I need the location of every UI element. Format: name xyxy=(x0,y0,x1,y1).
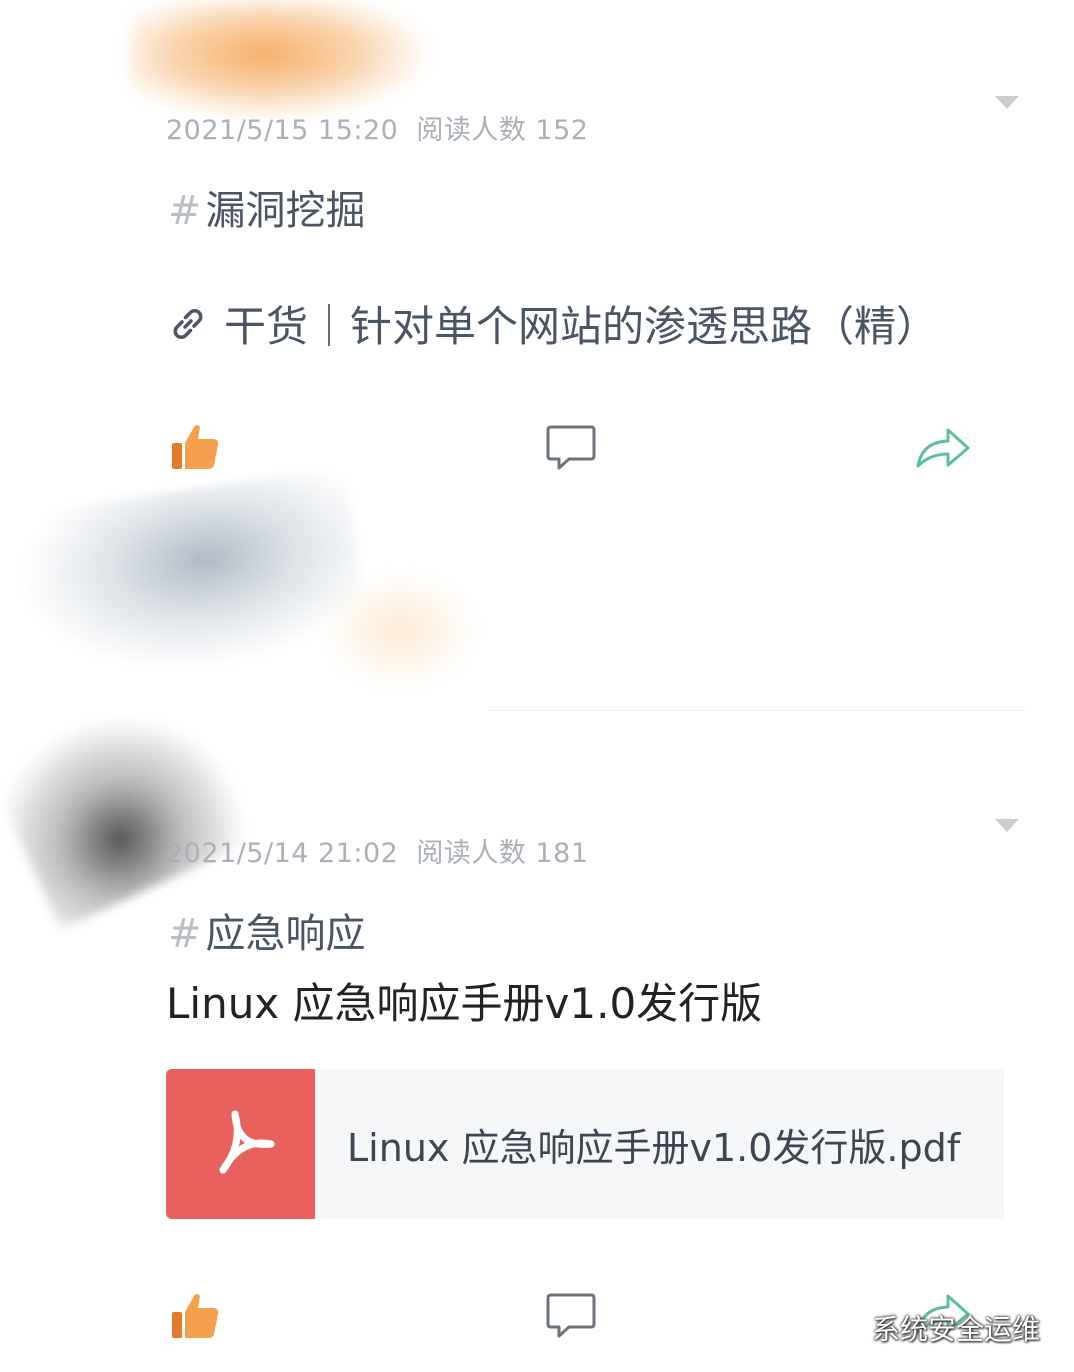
pdf-icon xyxy=(166,1069,315,1219)
read-count: 阅读人数 152 xyxy=(416,115,589,146)
chevron-down-icon[interactable] xyxy=(995,96,1019,109)
comment-icon xyxy=(546,1293,596,1338)
post-tag[interactable]: # 应急响应 xyxy=(168,901,366,959)
redaction-smudge xyxy=(0,660,270,930)
tag-label: 应急响应 xyxy=(205,911,366,957)
thumbs-up-icon xyxy=(172,1294,219,1338)
article-link[interactable]: 干货｜针对单个网站的渗透思路（精） xyxy=(168,293,938,354)
post-divider xyxy=(490,710,1025,711)
watermark-text: 系统安全运维 xyxy=(871,1313,1040,1346)
tag-label: 漏洞挖掘 xyxy=(205,188,366,234)
share-icon xyxy=(916,428,970,468)
redaction-smudge xyxy=(130,0,430,120)
attachment-card[interactable]: Linux 应急响应手册v1.0发行版.pdf xyxy=(166,1069,1004,1219)
like-button[interactable] xyxy=(170,1292,220,1340)
redaction-smudge xyxy=(320,570,480,690)
watermark: 系统安全运维 xyxy=(826,1308,1040,1348)
post-tag[interactable]: # 漏洞挖掘 xyxy=(168,178,366,236)
redaction-smudge xyxy=(9,467,371,693)
comment-icon xyxy=(546,425,596,470)
post-meta: 2021/5/15 15:20 阅读人数 152 xyxy=(166,108,588,147)
wechat-icon xyxy=(827,1313,865,1342)
post-title: Linux 应急响应手册v1.0发行版 xyxy=(166,979,763,1028)
comment-button[interactable] xyxy=(545,1292,597,1340)
share-button[interactable] xyxy=(914,424,972,472)
read-count: 阅读人数 181 xyxy=(416,838,589,869)
comment-button[interactable] xyxy=(545,424,597,472)
like-button[interactable] xyxy=(170,423,220,471)
hash-icon: # xyxy=(168,188,202,234)
post-date: 2021/5/15 15:20 xyxy=(166,115,399,146)
chevron-down-icon[interactable] xyxy=(995,819,1019,832)
link-icon xyxy=(173,308,203,339)
attachment-file-name: Linux 应急响应手册v1.0发行版.pdf xyxy=(347,1125,961,1170)
hash-icon: # xyxy=(168,911,202,957)
link-text: 干货｜针对单个网站的渗透思路（精） xyxy=(224,302,939,351)
thumbs-up-icon xyxy=(172,425,219,469)
post-date: 2021/5/14 21:02 xyxy=(166,838,399,869)
post-meta: 2021/5/14 21:02 阅读人数 181 xyxy=(166,831,588,870)
